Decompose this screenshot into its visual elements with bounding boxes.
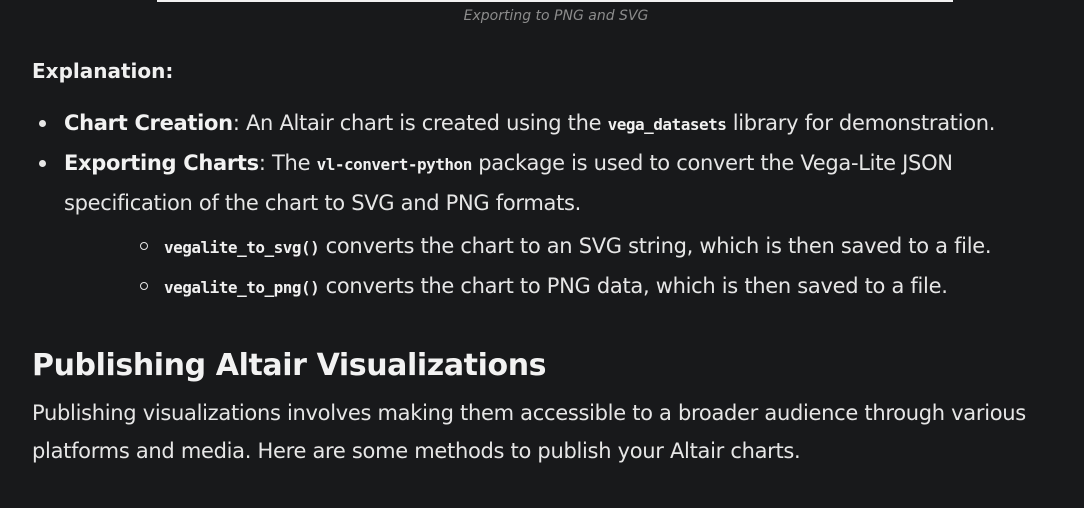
section-heading: Publishing Altair Visualizations [32,348,547,383]
list-item-chart-creation: Chart Creation: An Altair chart is creat… [39,104,1080,144]
explanation-label: Explanation: [32,59,174,83]
sub-list-item-text: converts the chart to PNG data, which is… [319,274,948,298]
figure-caption: Exporting to PNG and SVG [463,8,649,24]
list-item-text: library for demonstration. [726,111,996,135]
section-paragraph: Publishing visualizations involves makin… [32,401,1026,463]
inline-code: vegalite_to_png() [164,278,320,297]
export-functions-list: vegalite_to_svg() converts the chart to … [140,227,1084,307]
explanation-list: Chart Creation: An Altair chart is creat… [39,104,1080,222]
sub-list-item-svg: vegalite_to_svg() converts the chart to … [140,227,1084,267]
list-item-text: : An Altair chart is created using the [232,111,608,135]
figure-image-edge [157,0,953,2]
list-item-term: Chart Creation [64,111,233,135]
list-item-text: : The [258,151,317,175]
inline-code: vegalite_to_svg() [164,238,320,257]
sub-list-item-png: vegalite_to_png() converts the chart to … [140,267,1084,307]
sub-list-item-text: converts the chart to an SVG string, whi… [319,234,992,258]
list-item-term: Exporting Charts [64,151,259,175]
inline-code: vl-convert-python [316,155,473,174]
list-item-exporting-charts: Exporting Charts: The vl-convert-python … [39,144,1080,222]
inline-code: vega_datasets [607,115,727,134]
